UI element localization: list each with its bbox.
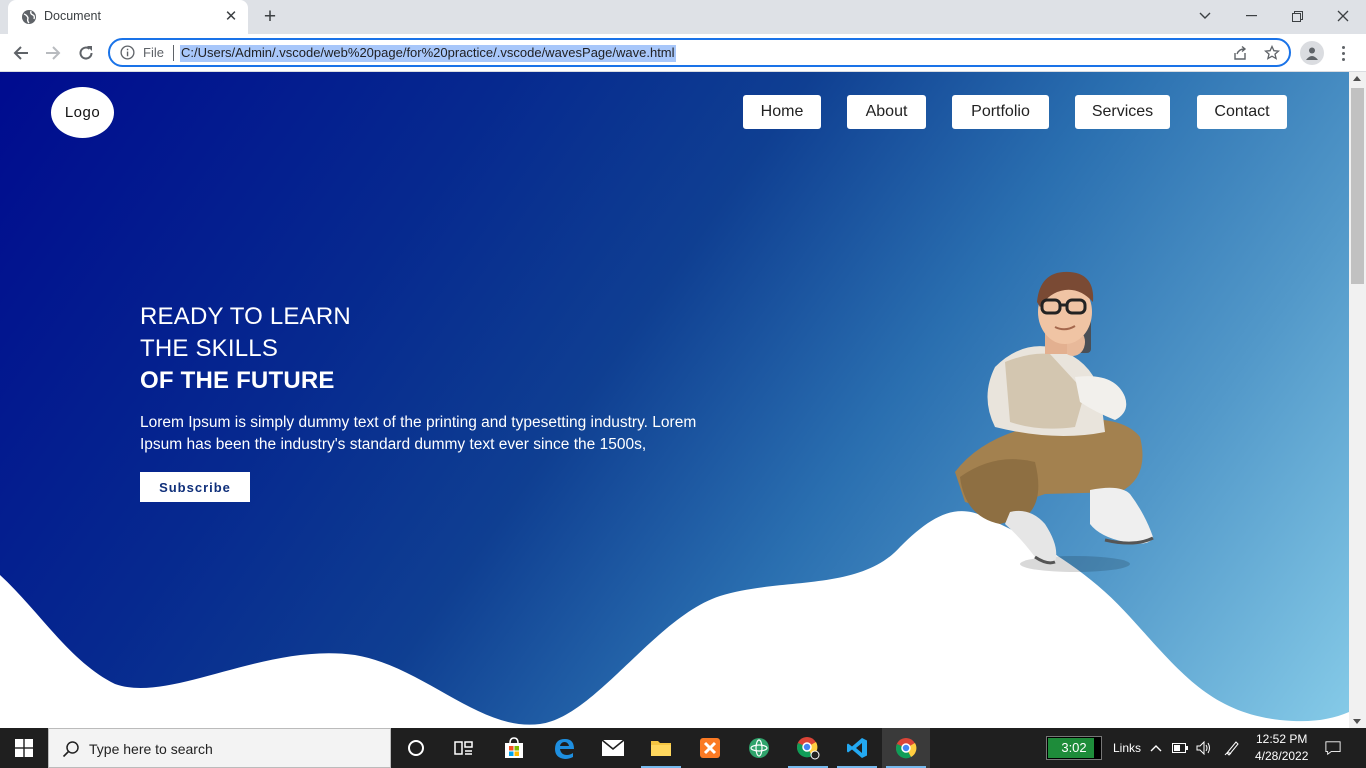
hero-description: Lorem Ipsum is simply dummy text of the … <box>140 414 697 453</box>
minimize-icon[interactable] <box>1228 0 1274 32</box>
pen-workspace-icon[interactable] <box>1224 740 1240 756</box>
chevron-up-icon[interactable] <box>1148 740 1164 756</box>
new-tab-button[interactable]: + <box>259 6 281 28</box>
cortana-icon[interactable] <box>392 728 440 768</box>
nav-home[interactable]: Home <box>743 95 821 129</box>
nav-about[interactable]: About <box>847 95 926 129</box>
electron-icon[interactable] <box>735 728 783 768</box>
store-icon[interactable] <box>490 728 538 768</box>
vscode-icon[interactable] <box>833 728 881 768</box>
edge-icon[interactable] <box>540 728 588 768</box>
reload-button[interactable] <box>73 40 99 66</box>
hero-line-2: THE SKILLS <box>140 335 279 362</box>
arrow-left-icon <box>13 46 28 60</box>
profile-avatar[interactable] <box>1300 41 1324 65</box>
search-placeholder: Type here to search <box>89 741 213 757</box>
close-window-icon[interactable] <box>1320 0 1366 32</box>
menu-icon[interactable] <box>1334 42 1352 64</box>
page-scrollbar[interactable] <box>1349 72 1366 728</box>
clock-date[interactable]: 4/28/2022 <box>1255 749 1308 763</box>
volume-icon[interactable] <box>1196 740 1212 756</box>
restore-icon[interactable] <box>1274 0 1320 32</box>
url-text[interactable]: C:/Users/Admin/.vscode/web%20page/for%20… <box>180 45 676 62</box>
battery-timer-widget[interactable]: 3:02 <box>1046 736 1102 760</box>
globe-icon <box>22 10 36 24</box>
arrow-right-icon <box>46 46 61 60</box>
taskbar-search[interactable]: Type here to search <box>48 728 391 768</box>
person-icon <box>1306 47 1318 60</box>
windows-logo-icon <box>15 739 33 757</box>
mail-icon[interactable] <box>589 728 637 768</box>
back-button[interactable] <box>8 40 34 66</box>
xampp-icon[interactable] <box>686 728 734 768</box>
page-viewport: Logo Home About Portfolio Services Conta… <box>0 72 1349 728</box>
site-logo[interactable]: Logo <box>51 87 114 138</box>
nav-services[interactable]: Services <box>1075 95 1170 129</box>
share-icon[interactable] <box>1232 45 1248 61</box>
subscribe-button[interactable]: Subscribe <box>140 472 250 502</box>
links-toolbar[interactable]: Links <box>1113 741 1141 755</box>
browser-toolbar: File C:/Users/Admin/.vscode/web%20page/f… <box>0 34 1366 72</box>
character-illustration <box>955 271 1154 572</box>
task-view-icon[interactable] <box>440 728 488 768</box>
file-explorer-icon[interactable] <box>637 728 685 768</box>
start-button[interactable] <box>0 728 48 768</box>
forward-button[interactable] <box>40 40 66 66</box>
battery-time: 3:02 <box>1061 740 1087 755</box>
hero-line-1: READY TO LEARN <box>140 303 351 330</box>
bookmark-star-icon[interactable] <box>1264 45 1280 61</box>
chrome-icon[interactable] <box>882 728 930 768</box>
reload-icon <box>79 46 93 60</box>
info-icon[interactable] <box>120 45 135 60</box>
nav-contact[interactable]: Contact <box>1197 95 1287 129</box>
url-separator <box>173 45 174 61</box>
battery-icon[interactable] <box>1172 740 1188 756</box>
address-bar[interactable]: File C:/Users/Admin/.vscode/web%20page/f… <box>108 38 1291 67</box>
taskbar: Type here to search 3:02 Links 12:52 PM … <box>0 728 1366 768</box>
scroll-down-arrow-icon[interactable] <box>1353 719 1361 724</box>
clock-time[interactable]: 12:52 PM <box>1256 732 1307 746</box>
search-icon <box>62 741 79 758</box>
scroll-thumb[interactable] <box>1351 88 1364 284</box>
tab-strip: Document ✕ + <box>0 0 1366 34</box>
hero-line-3: OF THE FUTURE <box>140 367 335 394</box>
nav-portfolio[interactable]: Portfolio <box>952 95 1049 129</box>
notification-icon[interactable] <box>1325 740 1341 756</box>
browser-tab[interactable]: Document ✕ <box>8 0 248 34</box>
tab-title: Document <box>44 9 101 23</box>
url-scheme: File <box>143 45 164 60</box>
chrome-profile-icon[interactable] <box>784 728 832 768</box>
tab-search-icon[interactable] <box>1182 0 1228 32</box>
scroll-up-arrow-icon[interactable] <box>1353 76 1361 81</box>
close-tab-icon[interactable]: ✕ <box>222 8 240 26</box>
